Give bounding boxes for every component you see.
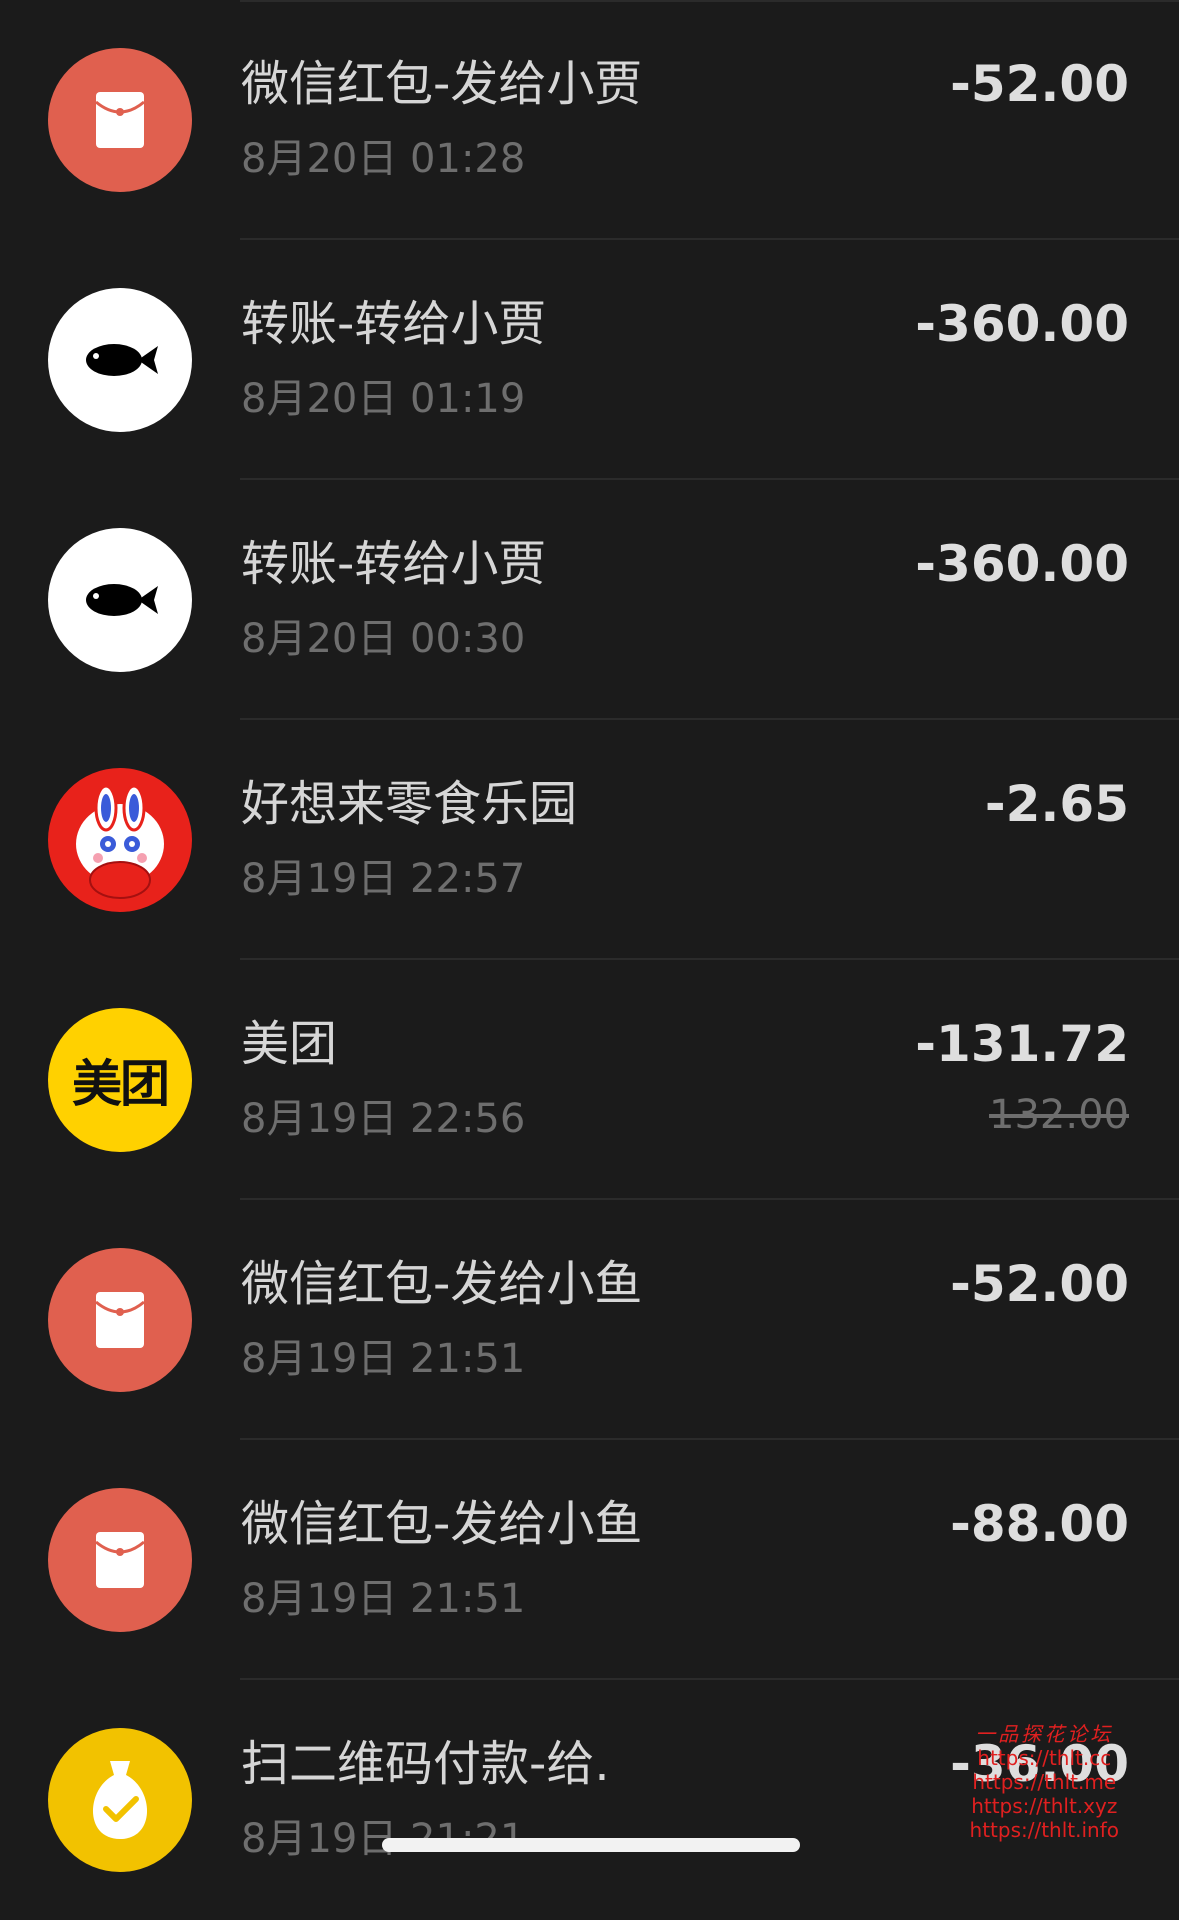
red-envelope-icon: [48, 1488, 192, 1632]
transaction-time: 8月19日 21:51: [241, 1576, 526, 1622]
transaction-time: 8月19日 22:57: [241, 856, 526, 902]
transaction-list: 微信红包-发给小贾 8月20日 01:28 -52.00 转账-转给小贾 8月2…: [0, 0, 1179, 1920]
watermark-url: https://thlt.me: [972, 1770, 1117, 1794]
transaction-row[interactable]: 微信红包-发给小鱼 8月19日 21:51 -88.00: [0, 1440, 1179, 1680]
transaction-time: 8月20日 00:30: [241, 616, 526, 662]
transaction-time: 8月20日 01:28: [241, 136, 526, 182]
watermark-url: https://thlt.xyz: [971, 1794, 1118, 1818]
money-bag-icon: [48, 1728, 192, 1872]
transaction-row[interactable]: 转账-转给小贾 8月20日 01:19 -360.00: [0, 240, 1179, 480]
red-envelope-icon: [48, 1248, 192, 1392]
transaction-amount: -88.00: [950, 1495, 1129, 1553]
meituan-logo-text: 美团: [72, 1055, 170, 1113]
fish-avatar-icon: [48, 288, 192, 432]
watermark-url: https://thlt.info: [969, 1818, 1119, 1842]
transaction-title: 美团: [241, 1016, 338, 1072]
transaction-amount: -360.00: [915, 295, 1129, 353]
transaction-row[interactable]: 微信红包-发给小贾 8月20日 01:28 -52.00: [0, 0, 1179, 240]
meituan-logo-icon: 美团: [48, 1008, 192, 1152]
rabbit-mascot-icon: [48, 768, 192, 912]
transaction-amount: -52.00: [950, 1255, 1129, 1313]
transaction-row[interactable]: 美团 美团 8月19日 22:56 -131.72 132.00: [0, 960, 1179, 1200]
transaction-time: 8月20日 01:19: [241, 376, 526, 422]
transaction-amount: -2.65: [984, 775, 1129, 833]
transaction-title: 微信红包-发给小鱼: [241, 1256, 643, 1312]
transaction-title: 转账-转给小贾: [241, 536, 547, 592]
transaction-title: 微信红包-发给小鱼: [241, 1496, 643, 1552]
watermark-url: https://thlt.cc: [977, 1746, 1112, 1770]
watermark: 一品探花论坛 https://thlt.cc https://thlt.me h…: [970, 1722, 1119, 1842]
watermark-title: 一品探花论坛: [975, 1722, 1114, 1746]
fish-avatar-icon: [48, 528, 192, 672]
transaction-amount: -52.00: [950, 55, 1129, 113]
home-indicator[interactable]: [382, 1838, 800, 1852]
transaction-row[interactable]: 微信红包-发给小鱼 8月19日 21:51 -52.00: [0, 1200, 1179, 1440]
transaction-time: 8月19日 21:51: [241, 1336, 526, 1382]
red-envelope-icon: [48, 48, 192, 192]
transaction-row[interactable]: 转账-转给小贾 8月20日 00:30 -360.00: [0, 480, 1179, 720]
transaction-title: 好想来零食乐园: [241, 776, 578, 832]
original-amount: 132.00: [989, 1092, 1129, 1138]
transaction-title: 转账-转给小贾: [241, 296, 547, 352]
transaction-amount: -360.00: [915, 535, 1129, 593]
transaction-title: 扫二维码付款-给.: [241, 1736, 610, 1792]
transaction-row[interactable]: 好想来零食乐园 8月19日 22:57 -2.65: [0, 720, 1179, 960]
transaction-time: 8月19日 22:56: [241, 1096, 526, 1142]
transaction-amount: -131.72: [915, 1015, 1129, 1073]
transaction-title: 微信红包-发给小贾: [241, 56, 643, 112]
